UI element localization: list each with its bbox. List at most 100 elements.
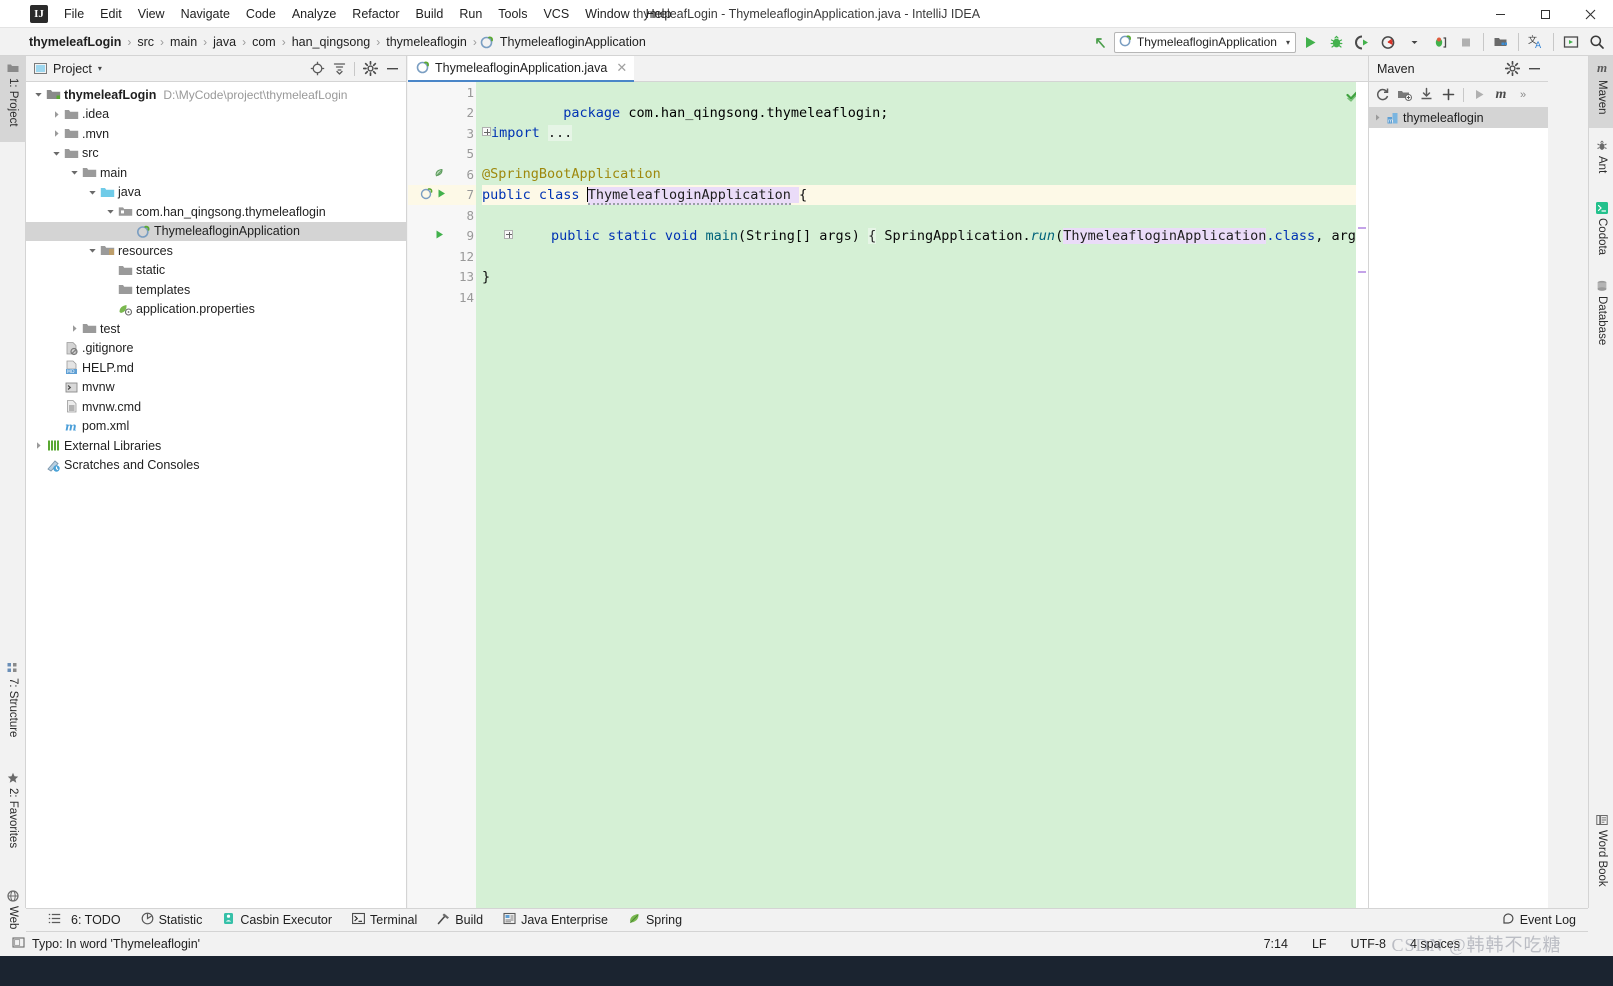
breadcrumb-item-src[interactable]: src <box>134 34 157 50</box>
run-gutter-icon[interactable] <box>436 187 447 202</box>
presentation-icon[interactable] <box>1559 30 1583 54</box>
chevron-right-icon[interactable] <box>68 324 81 333</box>
chevron-right-icon[interactable] <box>32 441 45 450</box>
sidebar-item-favorites[interactable]: 2: Favorites <box>0 766 26 870</box>
menu-run[interactable]: Run <box>451 3 490 25</box>
hide-panel-icon[interactable] <box>1524 59 1544 79</box>
translate-icon[interactable]: 文A <box>1524 30 1548 54</box>
project-tree-item[interactable]: mvnw <box>26 378 406 398</box>
settings-gear-icon[interactable] <box>1502 59 1522 79</box>
tool-button-todo[interactable]: 6: TODO <box>38 910 131 930</box>
maximize-button[interactable] <box>1523 0 1568 28</box>
spring-bean-icon[interactable] <box>420 187 433 203</box>
editor-text[interactable]: package com.han_qingsong.thymeleaflogin;… <box>476 82 1368 908</box>
project-tree-item[interactable]: thymeleafLogin D:\MyCode\project\thymelea… <box>26 85 406 105</box>
menu-edit[interactable]: Edit <box>92 3 130 25</box>
editor-tab-thymeleafloginapplication[interactable]: ThymeleafloginApplication.java ✕ <box>408 56 635 82</box>
chevron-right-icon[interactable] <box>50 110 63 119</box>
back-arrow-icon[interactable] <box>1088 30 1112 54</box>
menu-code[interactable]: Code <box>238 3 284 25</box>
breadcrumb-item-main[interactable]: main <box>167 34 200 50</box>
tool-button-spring[interactable]: Spring <box>618 910 692 930</box>
tool-button-terminal[interactable]: Terminal <box>342 910 427 930</box>
line-separator[interactable]: LF <box>1309 935 1330 953</box>
chevron-down-icon[interactable] <box>86 246 99 255</box>
collapse-all-icon[interactable] <box>329 59 349 79</box>
close-icon[interactable]: ✕ <box>616 60 627 76</box>
run-gutter-icon[interactable] <box>434 228 445 243</box>
menu-tools[interactable]: Tools <box>490 3 535 25</box>
project-tree-item[interactable]: .gitignore <box>26 339 406 359</box>
chevron-down-icon[interactable]: ▾ <box>98 64 102 73</box>
fold-expand-icon[interactable] <box>504 229 513 239</box>
sidebar-item-structure[interactable]: 7: Structure <box>0 656 26 754</box>
sidebar-item-database[interactable]: Database <box>1589 274 1613 360</box>
close-button[interactable] <box>1568 0 1613 28</box>
event-log-button[interactable]: Event Log <box>1490 910 1588 930</box>
tool-button-statistic[interactable]: Statistic <box>131 910 213 930</box>
chevron-right-icon[interactable] <box>1371 113 1384 122</box>
menu-analyze[interactable]: Analyze <box>284 3 344 25</box>
attach-debugger-icon[interactable] <box>1428 30 1452 54</box>
hide-panel-icon[interactable] <box>382 59 402 79</box>
project-tree-item[interactable]: resources <box>26 241 406 261</box>
menu-navigate[interactable]: Navigate <box>173 3 238 25</box>
project-tree-item[interactable]: main <box>26 163 406 183</box>
editor-marker-bar[interactable] <box>1356 82 1368 908</box>
more-icon[interactable]: » <box>1513 85 1533 105</box>
project-tree-item[interactable]: m pom.xml <box>26 417 406 437</box>
menu-refactor[interactable]: Refactor <box>344 3 407 25</box>
project-tree-item[interactable]: test <box>26 319 406 339</box>
download-sources-icon[interactable] <box>1416 85 1436 105</box>
debug-icon[interactable] <box>1324 30 1348 54</box>
run-coverage-icon[interactable] <box>1350 30 1374 54</box>
project-tree-item[interactable]: templates <box>26 280 406 300</box>
chevron-down-icon[interactable] <box>68 168 81 177</box>
sidebar-item-ant[interactable]: Ant <box>1589 134 1613 190</box>
sidebar-item-project[interactable]: 1: Project <box>0 56 26 142</box>
run-icon[interactable] <box>1298 30 1322 54</box>
run-maven-build-icon[interactable] <box>1469 85 1489 105</box>
maven-project-row[interactable]: m thymeleaflogin <box>1369 108 1548 128</box>
tool-button-build[interactable]: Build <box>427 910 493 930</box>
project-tree-item[interactable]: mvnw.cmd <box>26 397 406 417</box>
reload-icon[interactable] <box>1372 85 1392 105</box>
menu-vcs[interactable]: VCS <box>535 3 577 25</box>
project-tree-item[interactable]: application.properties <box>26 300 406 320</box>
run-configuration-selector[interactable]: ThymeleafloginApplication ▾ <box>1113 31 1296 53</box>
editor-gutter[interactable]: 1 2 3 5 6 7 8 9 12 13 14 <box>408 82 476 908</box>
sidebar-item-codota[interactable]: Codota <box>1589 196 1613 268</box>
breadcrumb-item-project[interactable]: thymeleafLogin <box>26 34 124 50</box>
breadcrumb-item-class[interactable]: ThymeleafloginApplication <box>497 34 649 50</box>
project-tree-item[interactable]: External Libraries <box>26 436 406 456</box>
menu-build[interactable]: Build <box>408 3 452 25</box>
chevron-down-icon[interactable] <box>50 149 63 158</box>
project-tree-item[interactable]: static <box>26 261 406 281</box>
chevron-down-icon[interactable] <box>104 207 117 216</box>
spring-bean-icon[interactable] <box>434 167 446 182</box>
breadcrumb-item-thymeleaflogin[interactable]: thymeleaflogin <box>383 34 470 50</box>
project-tree-item[interactable]: MD HELP.md <box>26 358 406 378</box>
stop-icon[interactable] <box>1454 30 1478 54</box>
project-tree-item[interactable]: .mvn <box>26 124 406 144</box>
menu-view[interactable]: View <box>130 3 173 25</box>
maven-goal-icon[interactable]: m <box>1491 85 1511 105</box>
caret-position[interactable]: 7:14 <box>1261 935 1291 953</box>
project-tree-item[interactable]: com.han_qingsong.thymeleaflogin <box>26 202 406 222</box>
project-tree-item[interactable]: Scratches and Consoles <box>26 456 406 476</box>
project-tree-item[interactable]: src <box>26 144 406 164</box>
tool-button-java-enterprise[interactable]: Java Enterprise <box>493 910 618 930</box>
sidebar-item-maven[interactable]: m Maven <box>1589 56 1613 128</box>
project-tree-item[interactable]: ThymeleafloginApplication <box>26 221 406 241</box>
chevron-down-icon[interactable] <box>32 90 45 99</box>
menu-help[interactable]: Help <box>638 3 680 25</box>
profiler-icon[interactable] <box>1376 30 1400 54</box>
add-module-icon[interactable] <box>1394 85 1414 105</box>
project-tree-item[interactable]: .idea <box>26 105 406 125</box>
minimize-button[interactable] <box>1478 0 1523 28</box>
code-editor[interactable]: 1 2 3 5 6 7 8 9 12 13 14 package com.han… <box>408 82 1368 908</box>
tool-button-casbin-executor[interactable]: Casbin Executor <box>212 910 342 930</box>
indent-setting[interactable]: 4 spaces <box>1407 935 1463 953</box>
project-structure-icon[interactable] <box>1489 30 1513 54</box>
locate-icon[interactable] <box>307 59 327 79</box>
